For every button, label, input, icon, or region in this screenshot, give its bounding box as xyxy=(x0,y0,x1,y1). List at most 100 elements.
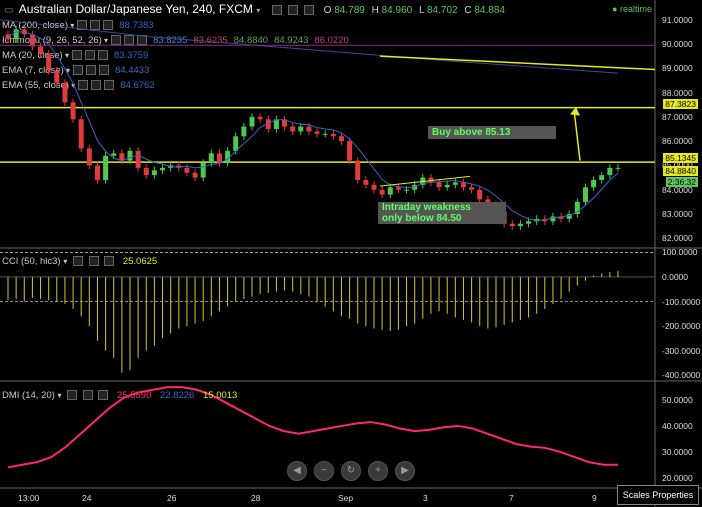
candle-body xyxy=(330,133,336,137)
candle-body xyxy=(298,126,304,132)
last-price-tag: 84.8840 xyxy=(663,166,698,176)
candle-body xyxy=(444,184,450,188)
cci-tick-label: 0.0000 xyxy=(662,271,688,282)
weakness-annotation: Intraday weakness only below 84.50 xyxy=(378,202,506,224)
candle-body xyxy=(395,187,401,190)
candle-body xyxy=(517,223,523,227)
price-tick-label: 91.0000 xyxy=(662,14,693,25)
candle-body xyxy=(550,216,556,222)
candle-body xyxy=(151,170,157,176)
candle-body xyxy=(526,221,532,224)
scroll-right-button[interactable]: ▶ xyxy=(395,461,415,481)
candle-body xyxy=(347,141,353,161)
candle-body xyxy=(338,136,344,142)
time-tick-label: 3 xyxy=(423,493,428,503)
price-tick-label: 88.0000 xyxy=(662,87,693,98)
candle-body xyxy=(127,150,133,161)
dmi-legend: DMI (14, 20) ▾ 25.5590 22.8226 15.0013 xyxy=(2,390,238,401)
support-price-tag: 85.1345 xyxy=(663,153,698,163)
close-icon[interactable] xyxy=(98,390,109,401)
candle-body xyxy=(477,189,483,200)
candle-body xyxy=(322,133,328,135)
time-tick-label: 26 xyxy=(167,493,177,503)
candle-body xyxy=(249,116,255,127)
candle-body xyxy=(363,180,369,185)
reset-button[interactable]: ↻ xyxy=(341,461,361,481)
candle-body xyxy=(314,131,320,134)
candle-body xyxy=(355,160,361,180)
resistance-price-tag: 87.3823 xyxy=(663,99,698,109)
dmi-value-3: 15.0013 xyxy=(202,390,238,401)
candle-body xyxy=(200,163,206,178)
candle-body xyxy=(143,167,149,176)
candle-body xyxy=(94,165,100,180)
candle-body xyxy=(290,126,296,132)
candle-body xyxy=(582,187,588,202)
cci-value: 25.0625 xyxy=(122,256,158,267)
candle-body xyxy=(216,153,222,163)
candle-body xyxy=(591,180,597,188)
candle-body xyxy=(208,153,214,163)
candle-body xyxy=(241,126,247,137)
candle-body xyxy=(184,167,190,173)
candle-body xyxy=(78,119,84,149)
candle-body xyxy=(404,189,410,191)
target-arrow-icon xyxy=(570,107,580,116)
settings-icon[interactable] xyxy=(88,256,99,267)
candle-body xyxy=(13,29,19,40)
cci-tick-label: -400.0000 xyxy=(662,370,701,381)
chevron-down-icon[interactable]: ▾ xyxy=(63,257,67,266)
candle-body xyxy=(54,70,60,83)
buy-annotation: Buy above 85.13 xyxy=(428,126,556,139)
price-tick-label: 87.0000 xyxy=(662,111,693,122)
cci-tick-label: -200.0000 xyxy=(662,321,701,332)
zoom-in-button[interactable]: + xyxy=(368,461,388,481)
dmi-tick-label: 50.0000 xyxy=(662,395,693,406)
price-tick-label: 89.0000 xyxy=(662,63,693,74)
candle-body xyxy=(599,175,605,180)
cci-legend: CCI (50, hlc3) ▾ 25.0625 xyxy=(2,256,158,267)
trend-line xyxy=(379,55,656,71)
cci-tick-label: -100.0000 xyxy=(662,296,701,307)
candle-body xyxy=(103,155,109,180)
visibility-icon[interactable] xyxy=(67,390,78,401)
cci-tick-label: 100.0000 xyxy=(662,247,698,258)
candle-body xyxy=(306,126,312,132)
candle-body xyxy=(257,116,263,120)
candle-body xyxy=(192,172,198,178)
time-tick-label: 28 xyxy=(251,493,261,503)
price-tick-label: 83.0000 xyxy=(662,209,693,219)
candle-body xyxy=(46,53,52,71)
time-tick-label: 7 xyxy=(509,493,514,503)
candle-body xyxy=(86,148,92,166)
candle-body xyxy=(371,184,377,190)
chevron-down-icon[interactable]: ▾ xyxy=(57,391,61,400)
candle-body xyxy=(135,150,141,168)
candle-body xyxy=(436,182,442,188)
close-icon[interactable] xyxy=(104,256,115,267)
visibility-icon[interactable] xyxy=(72,256,83,267)
dmi-value-2: 22.8226 xyxy=(160,390,195,401)
time-tick-label: 24 xyxy=(82,493,92,503)
candle-body xyxy=(607,167,613,176)
candle-body xyxy=(452,182,458,185)
candle-body xyxy=(38,46,44,54)
candle-body xyxy=(509,223,515,227)
zoom-out-button[interactable]: − xyxy=(314,461,334,481)
dmi-tick-label: 30.0000 xyxy=(662,446,693,457)
candle-body xyxy=(160,167,166,171)
scroll-left-button[interactable]: ◀ xyxy=(287,461,307,481)
candle-body xyxy=(469,187,475,190)
dmi-value-1: 25.5590 xyxy=(117,390,152,401)
candle-body xyxy=(615,167,621,169)
price-tick-label: 86.0000 xyxy=(662,136,693,147)
time-tick-label: 9 xyxy=(592,493,597,503)
candle-body xyxy=(70,102,76,120)
cci-tick-label: -300.0000 xyxy=(662,345,701,356)
candle-body xyxy=(62,82,68,103)
scales-properties-button[interactable]: Scales Properties xyxy=(617,485,699,505)
ma200-line xyxy=(0,19,619,74)
candle-body xyxy=(111,153,117,156)
price-chart[interactable] xyxy=(0,0,702,507)
settings-icon[interactable] xyxy=(82,390,93,401)
